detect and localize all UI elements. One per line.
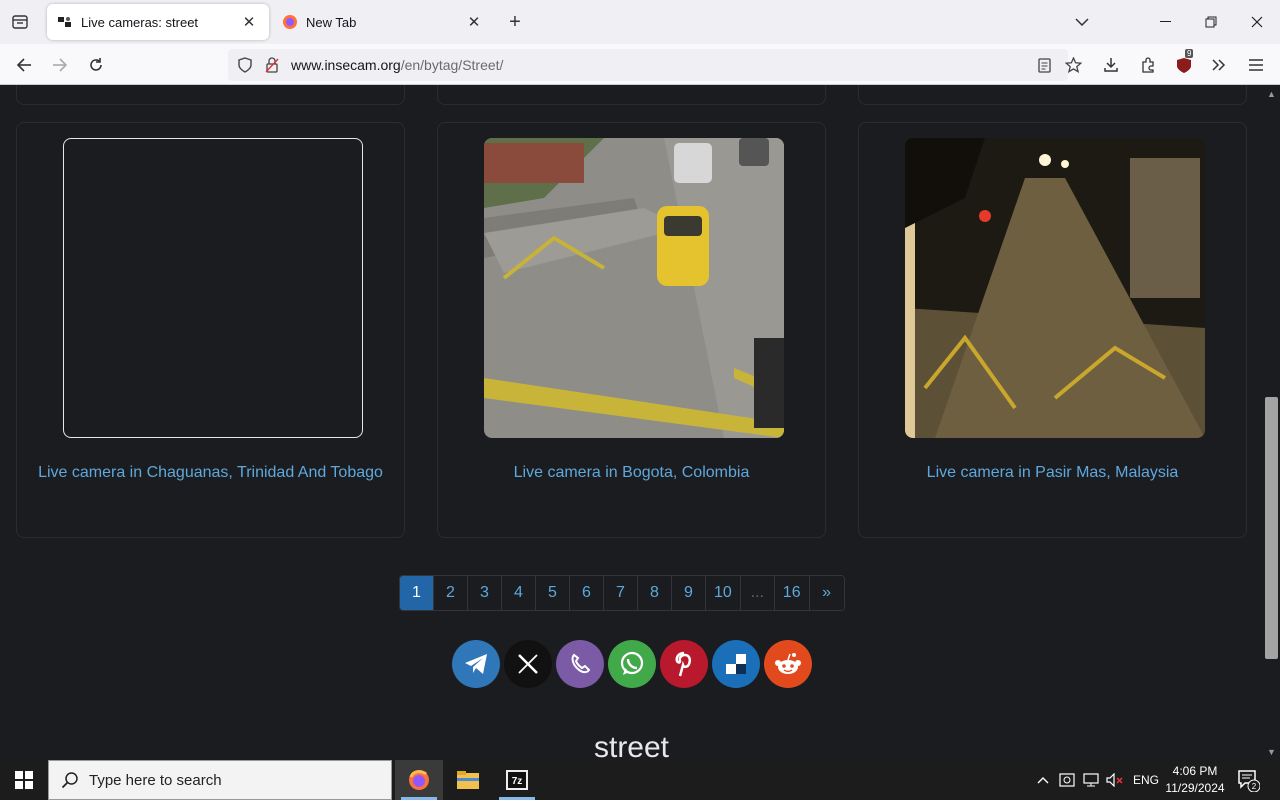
viber-share-icon[interactable] [556, 640, 604, 688]
scrollbar-thumb[interactable] [1265, 397, 1278, 659]
camera-link[interactable]: Live camera in Pasir Mas, Malaysia [859, 464, 1246, 482]
page-link[interactable]: 9 [672, 576, 706, 610]
search-icon [61, 772, 78, 789]
taskbar-search-box[interactable]: Type here to search [48, 760, 392, 800]
next-page-link[interactable]: » [809, 576, 844, 610]
firefox-taskbar-icon[interactable] [395, 760, 443, 800]
camera-favicon-icon [58, 17, 71, 27]
page-link[interactable]: 2 [434, 576, 468, 610]
tab-list-icon[interactable] [8, 10, 32, 34]
clock-time: 4:06 PM [1172, 764, 1218, 778]
close-tab-icon[interactable]: ✕ [239, 12, 259, 32]
close-tab-icon[interactable]: ✕ [464, 12, 484, 32]
hamburger-menu-icon[interactable] [1243, 52, 1269, 78]
camera-card-partial [16, 85, 405, 105]
network-icon[interactable] [1081, 770, 1101, 790]
input-language[interactable]: ENG [1133, 773, 1159, 787]
page-link[interactable]: 10 [706, 576, 741, 610]
pagination: 1 2 3 4 5 6 7 8 9 10 ... 16 » [399, 575, 845, 611]
camera-link[interactable]: Live camera in Chaguanas, Trinidad And T… [17, 464, 404, 482]
page-content: Live camera in Chaguanas, Trinidad And T… [0, 85, 1263, 760]
camera-card: Live camera in Chaguanas, Trinidad And T… [16, 122, 405, 538]
page-link[interactable]: 7 [604, 576, 638, 610]
reader-view-icon[interactable] [1035, 56, 1053, 74]
chevron-down-icon[interactable] [1070, 10, 1094, 34]
ublock-icon[interactable]: 9 [1171, 49, 1197, 78]
bookmark-star-icon[interactable] [1064, 56, 1082, 74]
page-link[interactable]: 1 [400, 576, 434, 610]
volume-muted-icon[interactable] [1105, 770, 1125, 790]
page-ellipsis: ... [740, 576, 775, 610]
tab-title: Live cameras: street [81, 14, 199, 30]
clock-date: 11/29/2024 [1165, 781, 1225, 795]
camera-card: Live camera in Pasir Mas, Malaysia [858, 122, 1247, 538]
url-path: /en/bytag/Street/ [400, 57, 504, 73]
minimize-icon[interactable] [1142, 0, 1188, 44]
shield-icon[interactable] [236, 56, 254, 74]
svg-text:7z: 7z [512, 776, 523, 787]
camera-card-partial [858, 85, 1247, 105]
scroll-down-icon[interactable]: ▼ [1266, 746, 1277, 757]
page-scrollbar[interactable]: ▲ ▼ [1263, 85, 1280, 760]
page-link[interactable]: 3 [468, 576, 502, 610]
page-link[interactable]: 8 [638, 576, 672, 610]
close-window-icon[interactable] [1234, 0, 1280, 44]
camera-link[interactable]: Live camera in Bogota, Colombia [438, 464, 825, 482]
ublock-badge: 9 [1185, 49, 1194, 58]
security-tray-icon[interactable] [1057, 770, 1077, 790]
extensions-puzzle-icon[interactable] [1135, 52, 1161, 78]
tab-new-tab[interactable]: New Tab ✕ [272, 4, 494, 40]
download-icon[interactable] [1098, 52, 1124, 78]
page-link[interactable]: 4 [502, 576, 536, 610]
delicious-share-icon[interactable] [712, 640, 760, 688]
restore-icon[interactable] [1188, 0, 1234, 44]
camera-card: Live camera in Bogota, Colombia [437, 122, 826, 538]
7zip-icon[interactable]: 7z [493, 760, 541, 800]
back-arrow-icon[interactable] [11, 52, 37, 78]
tag-heading: street [593, 731, 670, 760]
tab-title: New Tab [306, 14, 357, 30]
chevron-double-right-icon[interactable] [1206, 52, 1232, 78]
whatsapp-share-icon[interactable] [608, 640, 656, 688]
insecure-lock-icon[interactable] [263, 56, 281, 74]
search-placeholder: Type here to search [89, 771, 222, 789]
new-tab-icon[interactable]: + [503, 10, 527, 34]
reddit-share-icon[interactable] [764, 640, 812, 688]
forward-arrow-icon[interactable] [47, 52, 73, 78]
windows-taskbar: Type here to search 7z ENG 4:06 PM 11/29… [0, 760, 1280, 800]
tab-bar: Live cameras: street ✕ New Tab ✕ + [0, 0, 1280, 44]
chevron-up-icon[interactable] [1033, 770, 1053, 790]
page-link[interactable]: 6 [570, 576, 604, 610]
url-host: www.insecam.org [291, 57, 401, 73]
telegram-share-icon[interactable] [452, 640, 500, 688]
tab-live-cameras[interactable]: Live cameras: street ✕ [47, 4, 269, 40]
firefox-icon [283, 15, 297, 29]
url-text[interactable]: www.insecam.org/en/bytag/Street/ [291, 57, 503, 73]
system-clock[interactable]: 4:06 PM 11/29/2024 [1160, 763, 1230, 797]
notification-center-icon[interactable]: 2 [1236, 768, 1262, 793]
page-link[interactable]: 16 [774, 576, 810, 610]
windows-start-icon[interactable] [0, 760, 48, 800]
camera-card-partial [437, 85, 826, 105]
camera-thumbnail[interactable] [63, 138, 363, 438]
url-bar[interactable]: www.insecam.org/en/bytag/Street/ [228, 49, 1082, 81]
page-link[interactable]: 5 [536, 576, 570, 610]
reload-icon[interactable] [83, 52, 109, 78]
notification-count: 2 [1252, 782, 1257, 791]
x-share-icon[interactable] [504, 640, 552, 688]
file-explorer-icon[interactable] [444, 760, 492, 800]
pinterest-share-icon[interactable] [660, 640, 708, 688]
camera-thumbnail[interactable] [905, 138, 1205, 438]
share-buttons [452, 640, 812, 688]
scroll-up-icon[interactable]: ▲ [1266, 88, 1277, 99]
navigation-bar: www.insecam.org/en/bytag/Street/ 9 [0, 44, 1280, 85]
camera-thumbnail[interactable] [484, 138, 784, 438]
